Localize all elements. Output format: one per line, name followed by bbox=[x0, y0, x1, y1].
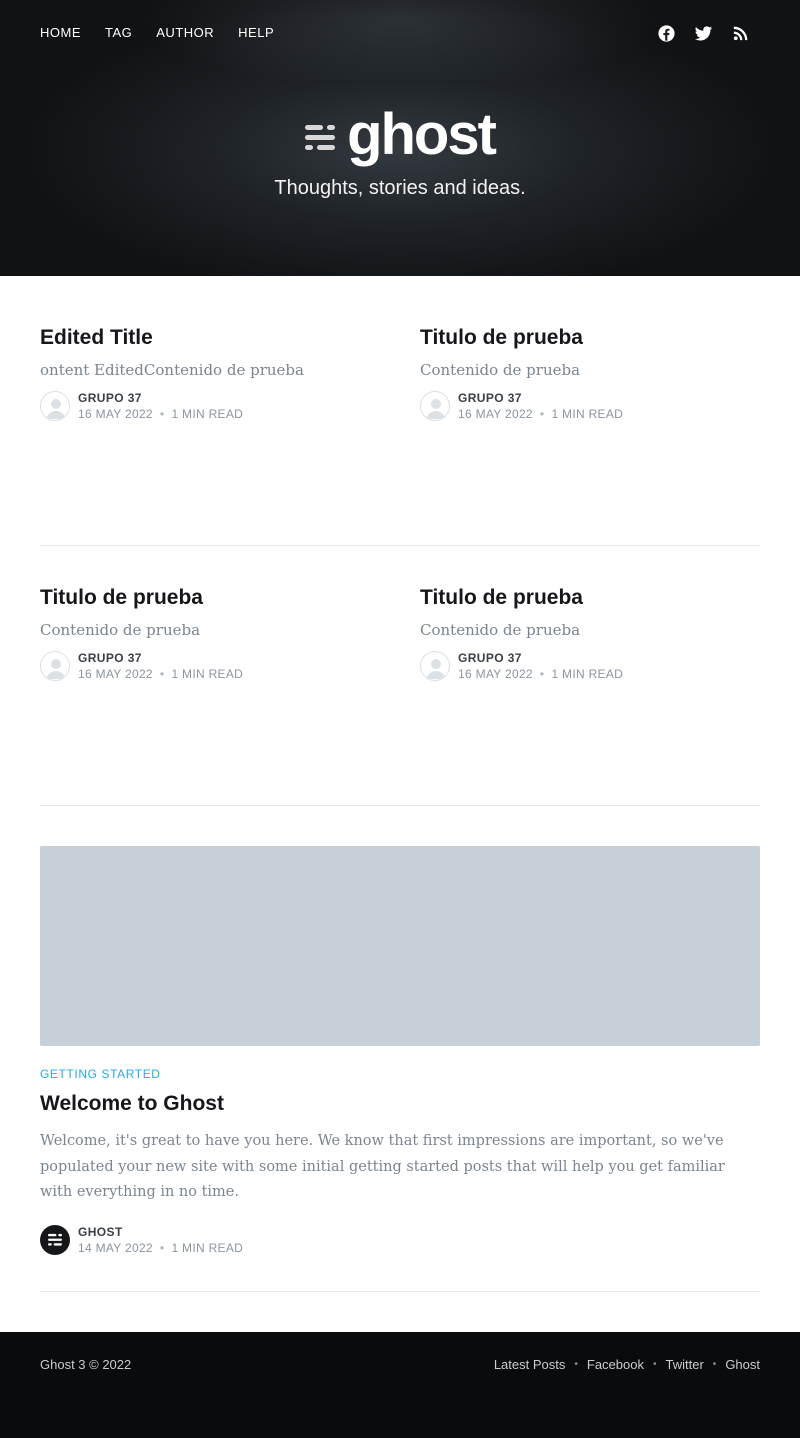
post-title[interactable]: Titulo de prueba bbox=[40, 584, 380, 612]
separator-dot: • bbox=[539, 407, 545, 421]
author-name[interactable]: GRUPO 37 bbox=[458, 650, 623, 666]
separator-dot: • bbox=[159, 1240, 165, 1255]
post-date: 14 MAY 2022 bbox=[78, 1240, 153, 1255]
social-links bbox=[657, 24, 750, 43]
twitter-link[interactable] bbox=[694, 24, 713, 43]
author-name[interactable]: GRUPO 37 bbox=[78, 390, 243, 406]
post-meta: GRUPO 37 16 MAY 2022 • 1 MIN READ bbox=[420, 650, 760, 682]
post-title[interactable]: Titulo de prueba bbox=[420, 324, 760, 352]
post-card[interactable]: Edited Title ontent EditedContenido de p… bbox=[40, 324, 380, 422]
post-card[interactable]: Titulo de prueba Contenido de prueba GRU… bbox=[420, 324, 760, 422]
user-icon bbox=[426, 659, 446, 679]
footer-nav: Latest Posts • Facebook • Twitter • Ghos… bbox=[494, 1357, 760, 1372]
reading-time: 1 MIN READ bbox=[171, 407, 244, 421]
reading-time: 1 MIN READ bbox=[171, 667, 244, 681]
nav-home-link[interactable]: HOME bbox=[40, 24, 81, 42]
site-tagline: Thoughts, stories and ideas. bbox=[274, 177, 526, 199]
nav-tag-link[interactable]: TAG bbox=[105, 24, 132, 42]
rss-icon bbox=[733, 26, 748, 41]
post-meta: GRUPO 37 16 MAY 2022 • 1 MIN READ bbox=[420, 390, 760, 422]
reading-time: 1 MIN READ bbox=[171, 1240, 244, 1255]
author-name[interactable]: GRUPO 37 bbox=[78, 650, 243, 666]
post-date: 16 MAY 2022 bbox=[458, 667, 533, 681]
facebook-icon bbox=[658, 25, 675, 42]
featured-image-placeholder[interactable] bbox=[40, 846, 760, 1046]
author-avatar[interactable] bbox=[40, 391, 70, 421]
ghost-logo-icon bbox=[305, 125, 336, 150]
post-meta: GRUPO 37 16 MAY 2022 • 1 MIN READ bbox=[40, 390, 380, 422]
user-icon bbox=[46, 659, 66, 679]
post-meta: GHOST 14 MAY 2022 • 1 MIN READ bbox=[40, 1224, 760, 1256]
user-icon bbox=[426, 399, 446, 419]
divider bbox=[40, 1291, 760, 1292]
footer-facebook-link[interactable]: Facebook bbox=[587, 1357, 644, 1372]
nav-help-link[interactable]: HELP bbox=[238, 24, 274, 42]
user-icon bbox=[46, 399, 66, 419]
site-logo[interactable]: ghost bbox=[0, 106, 800, 164]
post-title[interactable]: Titulo de prueba bbox=[420, 584, 760, 612]
separator-dot: • bbox=[712, 1359, 717, 1370]
separator-dot: • bbox=[159, 407, 165, 421]
post-title[interactable]: Welcome to Ghost bbox=[40, 1090, 760, 1118]
separator-dot: • bbox=[574, 1359, 578, 1370]
reading-time: 1 MIN READ bbox=[551, 667, 624, 681]
author-name[interactable]: GRUPO 37 bbox=[458, 390, 623, 406]
facebook-link[interactable] bbox=[657, 24, 676, 43]
separator-dot: • bbox=[159, 667, 165, 681]
footer-latest-posts-link[interactable]: Latest Posts bbox=[494, 1357, 566, 1372]
main-nav: HOME TAG AUTHOR HELP bbox=[40, 24, 274, 42]
post-date: 16 MAY 2022 bbox=[78, 667, 153, 681]
site-footer: Ghost 3 © 2022 Latest Posts • Facebook •… bbox=[0, 1332, 800, 1438]
footer-twitter-link[interactable]: Twitter bbox=[666, 1357, 704, 1372]
post-excerpt: Contenido de prueba bbox=[420, 621, 581, 639]
post-row: Edited Title ontent EditedContenido de p… bbox=[40, 276, 760, 546]
post-excerpt: Contenido de prueba bbox=[40, 621, 201, 639]
author-avatar[interactable] bbox=[420, 391, 450, 421]
post-row: Titulo de prueba Contenido de prueba GRU… bbox=[40, 546, 760, 806]
footer-ghost-link[interactable]: Ghost bbox=[725, 1357, 760, 1372]
post-card[interactable]: Titulo de prueba Contenido de prueba GRU… bbox=[420, 584, 760, 682]
post-meta: GRUPO 37 16 MAY 2022 • 1 MIN READ bbox=[40, 650, 380, 682]
copyright-text: Ghost 3 © 2022 bbox=[40, 1357, 132, 1372]
post-excerpt: Contenido de prueba bbox=[420, 361, 581, 379]
post-excerpt: Welcome, it's great to have you here. We… bbox=[40, 1133, 725, 1200]
author-avatar[interactable] bbox=[40, 651, 70, 681]
separator-dot: • bbox=[652, 1359, 657, 1370]
logo-wordmark: ghost bbox=[347, 102, 497, 167]
post-excerpt: ontent EditedContenido de prueba bbox=[40, 361, 304, 379]
author-avatar[interactable] bbox=[420, 651, 450, 681]
ghost-logo-icon bbox=[48, 1233, 62, 1246]
featured-post-card[interactable]: GETTING STARTED Welcome to Ghost Welcome… bbox=[40, 846, 760, 1256]
site-header: HOME TAG AUTHOR HELP ghost Thoughts, sto… bbox=[0, 0, 800, 276]
rss-link[interactable] bbox=[731, 24, 750, 43]
nav-author-link[interactable]: AUTHOR bbox=[156, 24, 214, 42]
post-date: 16 MAY 2022 bbox=[78, 407, 153, 421]
separator-dot: • bbox=[539, 667, 545, 681]
twitter-icon bbox=[694, 26, 713, 41]
post-tag[interactable]: GETTING STARTED bbox=[40, 1067, 760, 1081]
reading-time: 1 MIN READ bbox=[551, 407, 624, 421]
post-date: 16 MAY 2022 bbox=[458, 407, 533, 421]
post-title[interactable]: Edited Title bbox=[40, 324, 380, 352]
author-name[interactable]: GHOST bbox=[78, 1224, 243, 1240]
author-avatar[interactable] bbox=[40, 1224, 70, 1255]
post-card[interactable]: Titulo de prueba Contenido de prueba GRU… bbox=[40, 584, 380, 682]
